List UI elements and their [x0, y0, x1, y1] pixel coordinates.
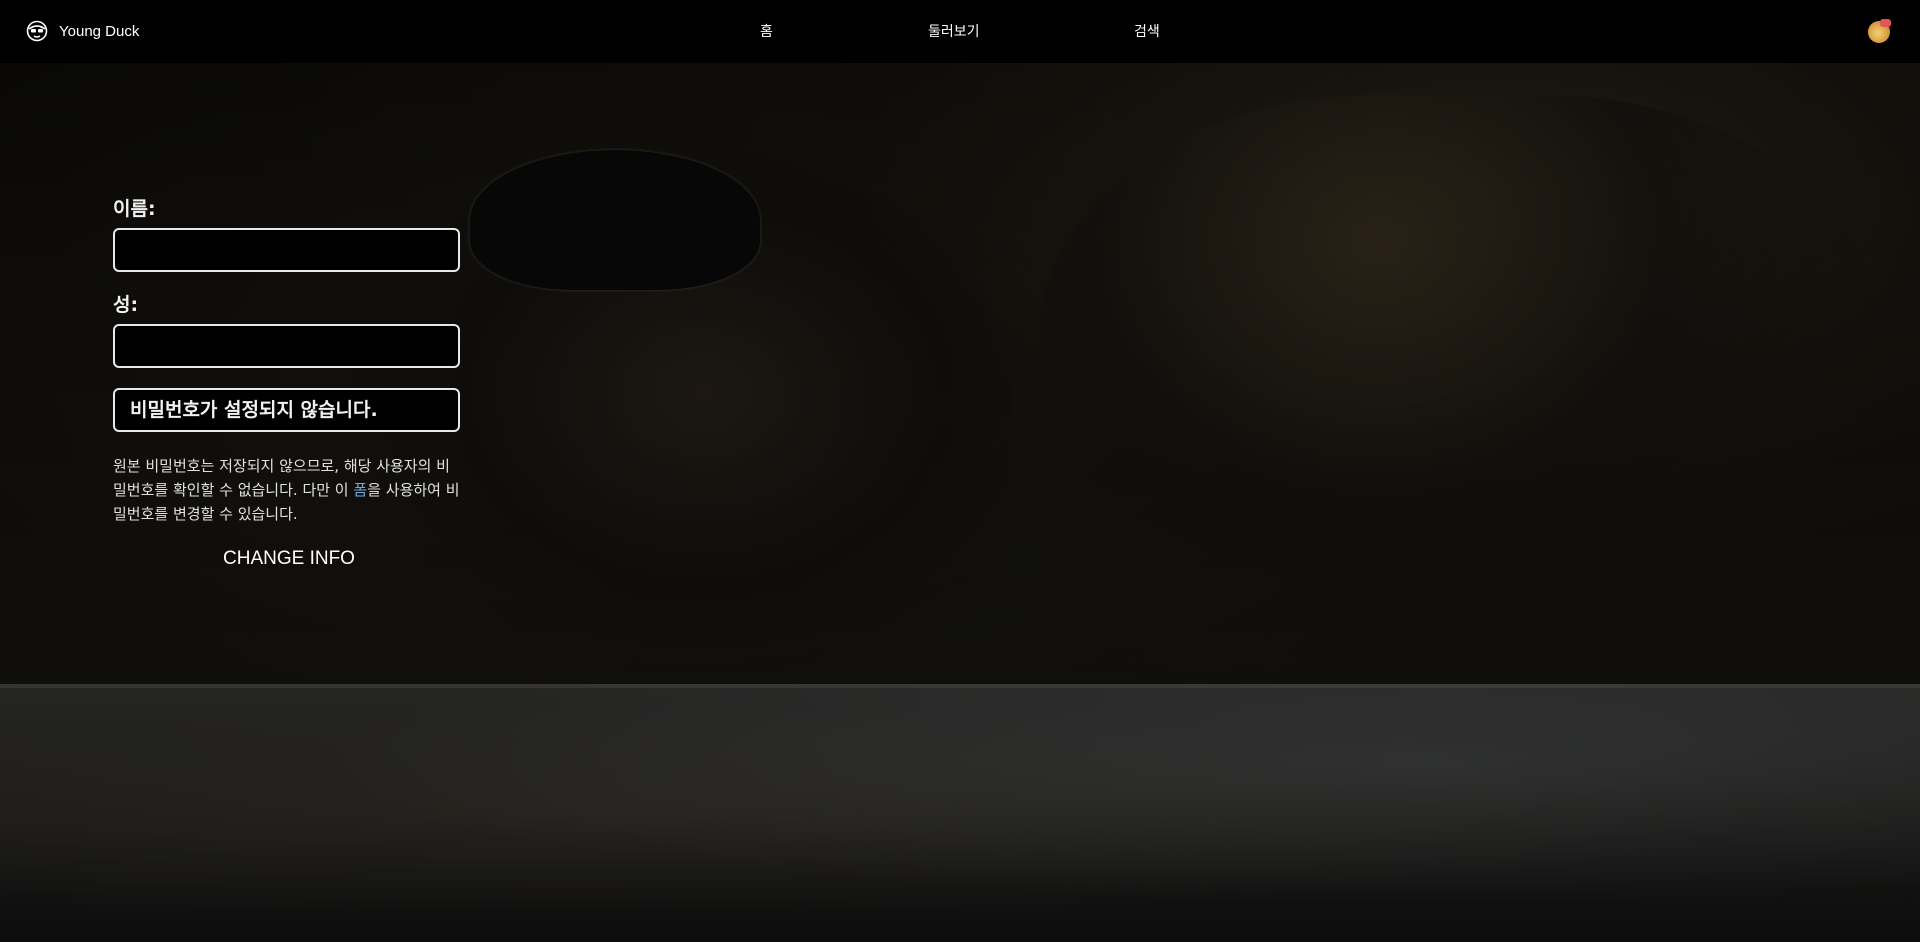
change-info-form: 이름: 성: 비밀번호가 설정되지 않습니다. 원본 비밀번호는 저장되지 않으…: [113, 196, 463, 570]
user-avatar-icon[interactable]: [1868, 19, 1891, 43]
first-name-input[interactable]: [113, 228, 460, 272]
nav-home[interactable]: 홈: [760, 22, 773, 42]
brand-name[interactable]: Young Duck: [59, 22, 139, 42]
password-help-text: 원본 비밀번호는 저장되지 않으므로, 해당 사용자의 비밀번호를 확인할 수 …: [113, 454, 463, 526]
password-status: 비밀번호가 설정되지 않습니다.: [113, 388, 460, 432]
password-form-link[interactable]: 폼: [353, 481, 367, 499]
nav-explore[interactable]: 둘러보기: [928, 22, 980, 42]
last-name-label: 성:: [113, 294, 139, 316]
duck-logo-icon[interactable]: [26, 20, 48, 42]
change-info-button[interactable]: CHANGE INFO: [223, 548, 355, 570]
nav-search[interactable]: 검색: [1134, 22, 1160, 42]
last-name-input[interactable]: [113, 324, 460, 368]
navbar: Young Duck 홈 둘러보기 검색: [0, 0, 1920, 63]
first-name-label: 이름:: [113, 198, 156, 220]
field-spacer: [113, 272, 463, 292]
avatar-badge: [1880, 19, 1891, 27]
page: Young Duck 홈 둘러보기 검색 이름: 성: 비밀번호가 설정되지 않…: [0, 0, 1920, 942]
